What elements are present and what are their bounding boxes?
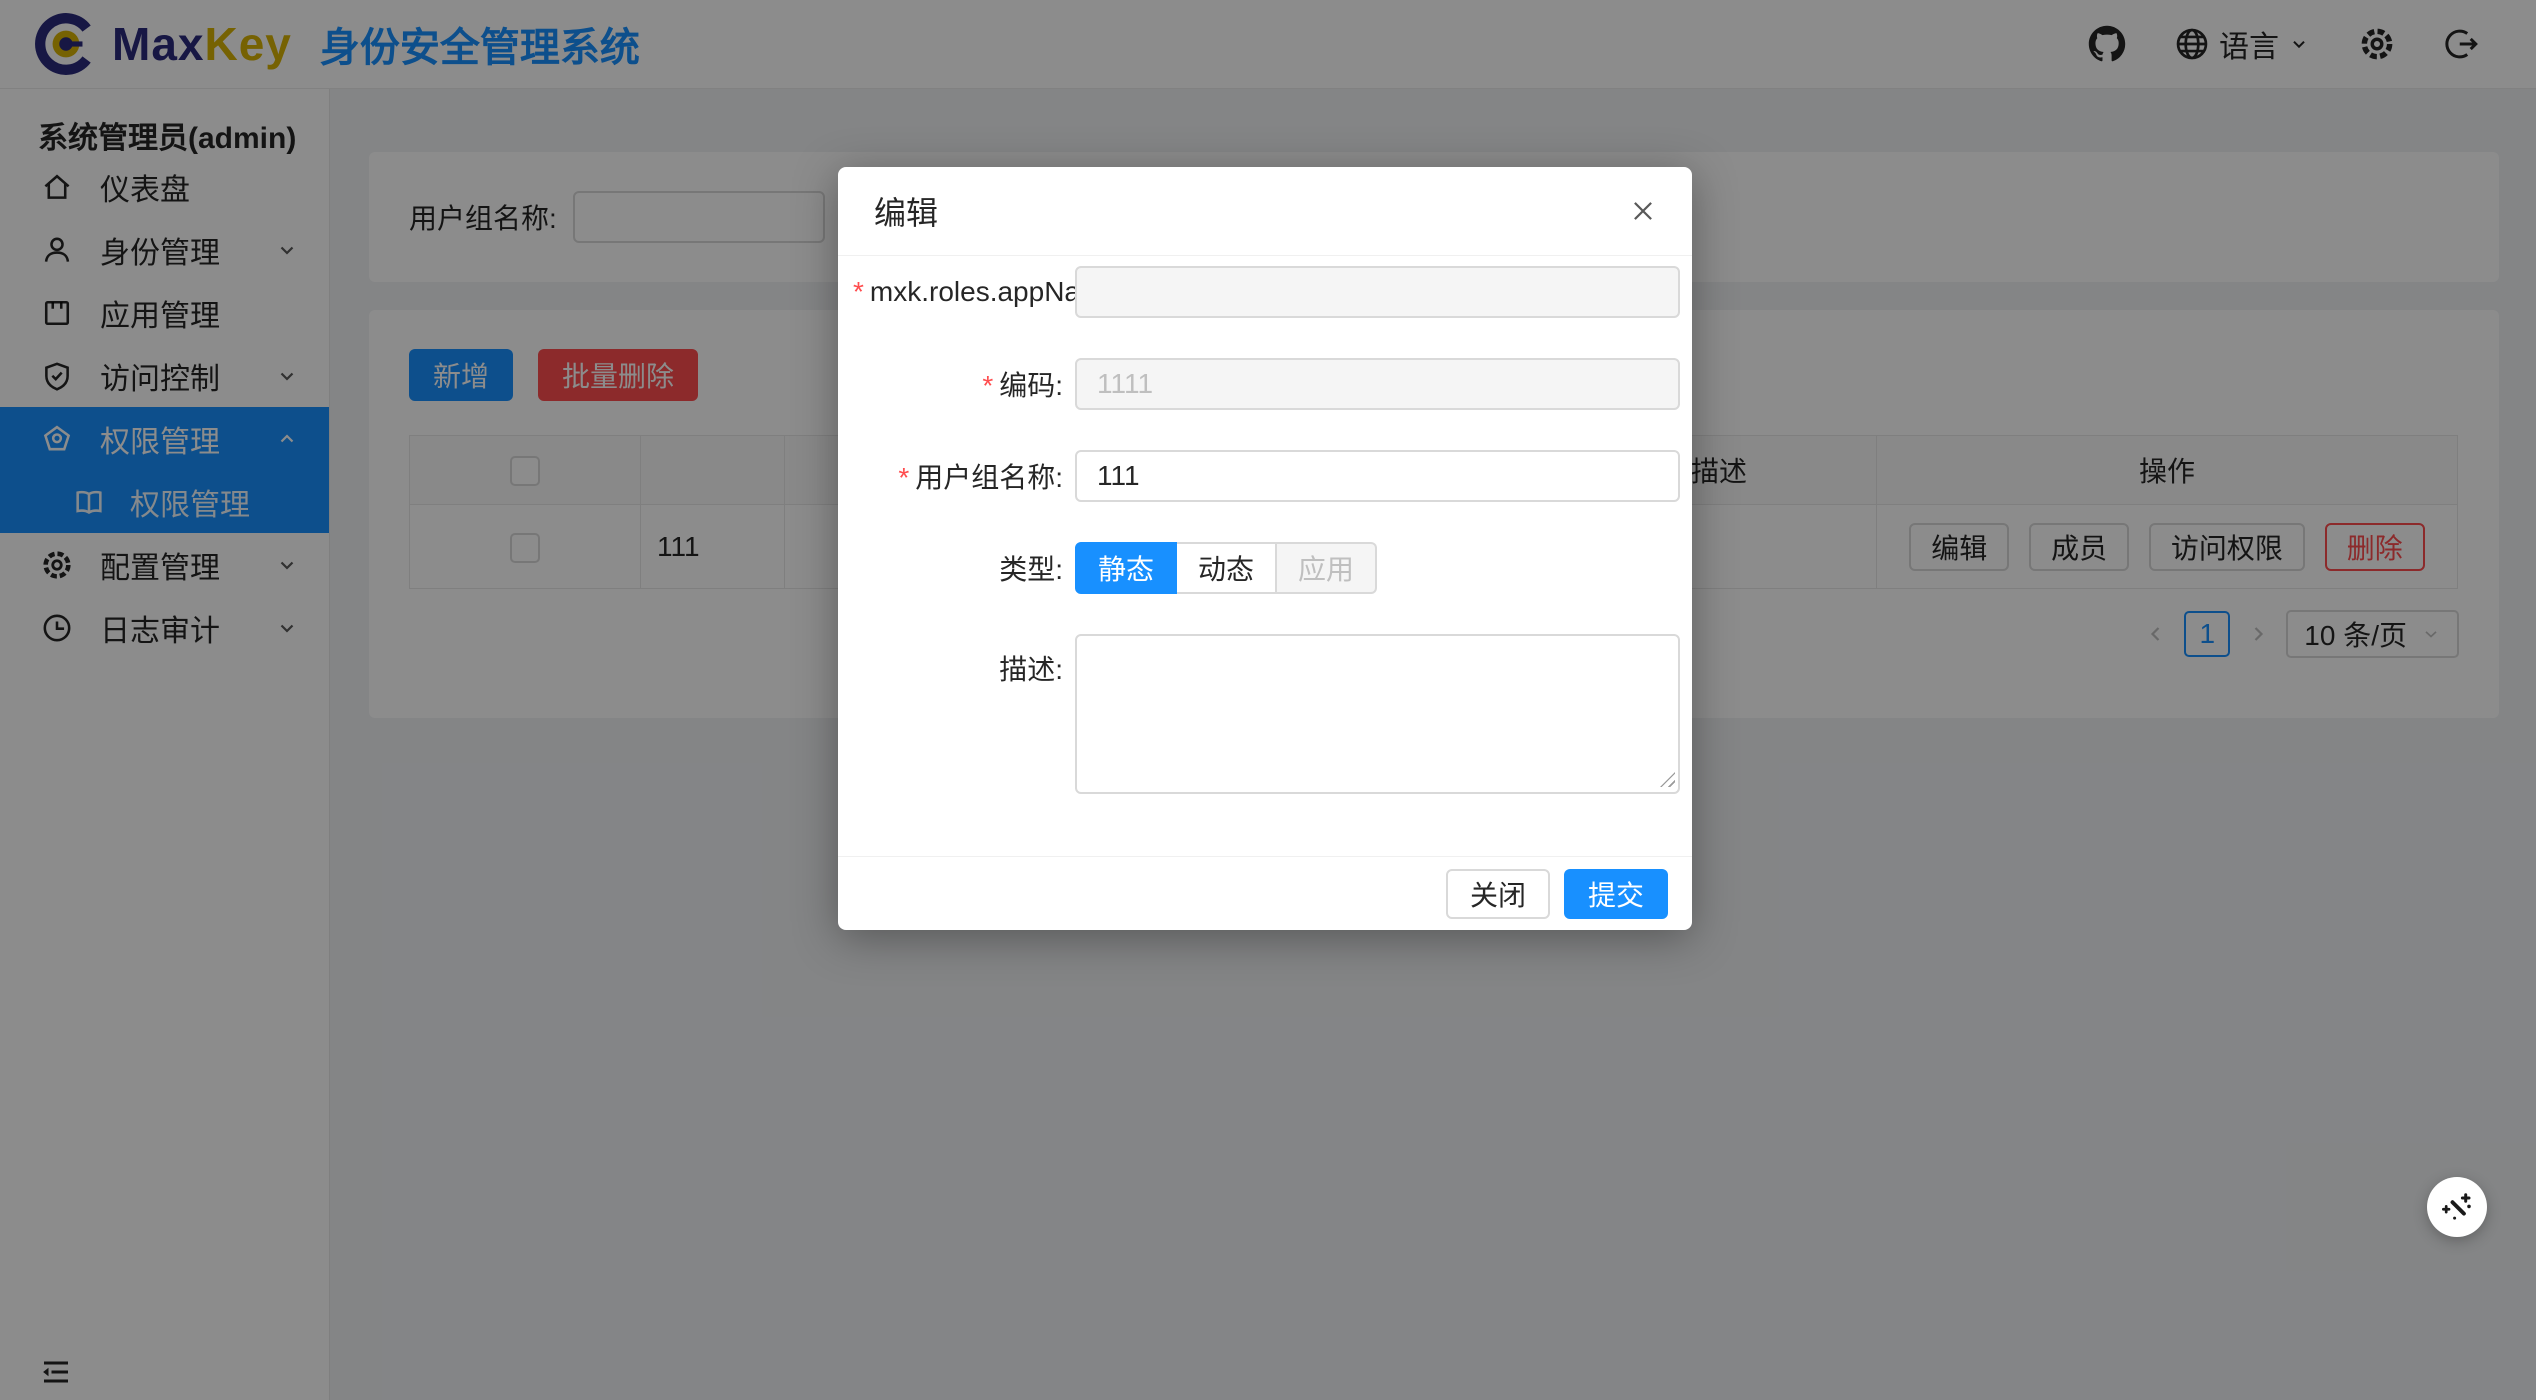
- type-label: 类型:: [853, 548, 1075, 588]
- edit-modal: 编辑 *mxk.roles.appNam *编码: *用户组名称: 类型: 静态…: [838, 167, 1692, 930]
- description-textarea-wrap: [1075, 634, 1680, 794]
- close-icon[interactable]: [1628, 196, 1658, 226]
- group-name-field-row: *用户组名称:: [853, 450, 1680, 502]
- group-name-label: *用户组名称:: [853, 456, 1075, 496]
- theme-wand-button[interactable]: [2427, 1177, 2487, 1237]
- required-marker: *: [898, 462, 909, 493]
- required-marker: *: [982, 370, 993, 401]
- magic-wand-icon: [2439, 1189, 2475, 1225]
- required-marker: *: [853, 276, 864, 307]
- close-button[interactable]: 关闭: [1446, 869, 1550, 919]
- description-label: 描述:: [853, 634, 1075, 688]
- type-option-static[interactable]: 静态: [1075, 542, 1177, 594]
- modal-header: 编辑: [838, 167, 1692, 256]
- modal-title: 编辑: [874, 188, 938, 234]
- code-label: *编码:: [853, 364, 1075, 404]
- type-option-app: 应用: [1277, 542, 1377, 594]
- type-radio-group: 静态 动态 应用: [1075, 542, 1377, 594]
- submit-button[interactable]: 提交: [1564, 869, 1668, 919]
- modal-footer: 关闭 提交: [838, 856, 1692, 930]
- group-name-input[interactable]: [1075, 450, 1680, 502]
- description-textarea[interactable]: [1075, 634, 1680, 794]
- app-name-label: *mxk.roles.appNam: [853, 276, 1075, 308]
- modal-body: *mxk.roles.appNam *编码: *用户组名称: 类型: 静态 动态…: [838, 256, 1692, 856]
- code-field-row: *编码:: [853, 358, 1680, 410]
- description-field-row: 描述:: [853, 634, 1680, 794]
- type-field-row: 类型: 静态 动态 应用: [853, 542, 1680, 594]
- app-name-input: [1075, 266, 1680, 318]
- type-option-dynamic[interactable]: 动态: [1177, 542, 1277, 594]
- code-input: [1075, 358, 1680, 410]
- app-name-field-row: *mxk.roles.appNam: [853, 266, 1680, 318]
